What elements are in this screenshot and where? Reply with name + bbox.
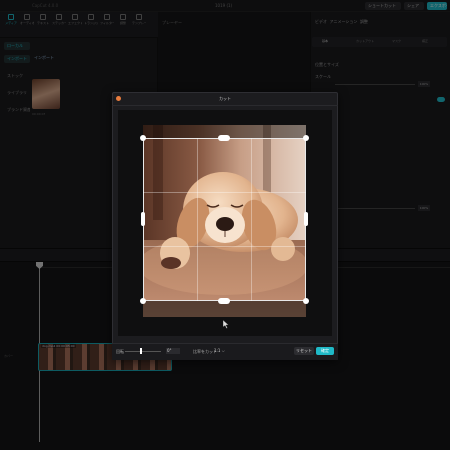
chevron-down-icon: ⌵	[221, 348, 225, 353]
crop-frame[interactable]	[143, 138, 306, 301]
crop-handle-left[interactable]	[141, 212, 145, 226]
crop-handle-top-left[interactable]	[140, 135, 146, 141]
crop-handle-bottom-left[interactable]	[140, 298, 146, 304]
reset-button[interactable]: リセット	[294, 347, 314, 355]
crop-grid-line	[143, 246, 306, 247]
crop-handle-bottom-right[interactable]	[303, 298, 309, 304]
rotate-value-input[interactable]: 0°	[166, 348, 180, 354]
rotate-slider[interactable]	[125, 351, 161, 352]
crop-grid-line	[143, 192, 306, 193]
crop-grid-line	[251, 138, 252, 301]
mouse-cursor-icon	[223, 320, 229, 329]
ratio-select[interactable]: 1:1 ⌵	[214, 348, 232, 354]
crop-handle-top[interactable]	[218, 135, 230, 141]
crop-grid-line	[197, 138, 198, 301]
rotate-label: 回転	[116, 349, 124, 354]
crop-handle-bottom[interactable]	[218, 298, 230, 304]
confirm-button[interactable]: 確定	[316, 347, 334, 355]
crop-dialog-title: カット	[219, 96, 231, 101]
ratio-select-value: 1:1	[214, 348, 221, 353]
rotate-slider-knob[interactable]	[140, 348, 142, 354]
crop-handle-right[interactable]	[304, 212, 308, 226]
crop-handle-top-right[interactable]	[303, 135, 309, 141]
